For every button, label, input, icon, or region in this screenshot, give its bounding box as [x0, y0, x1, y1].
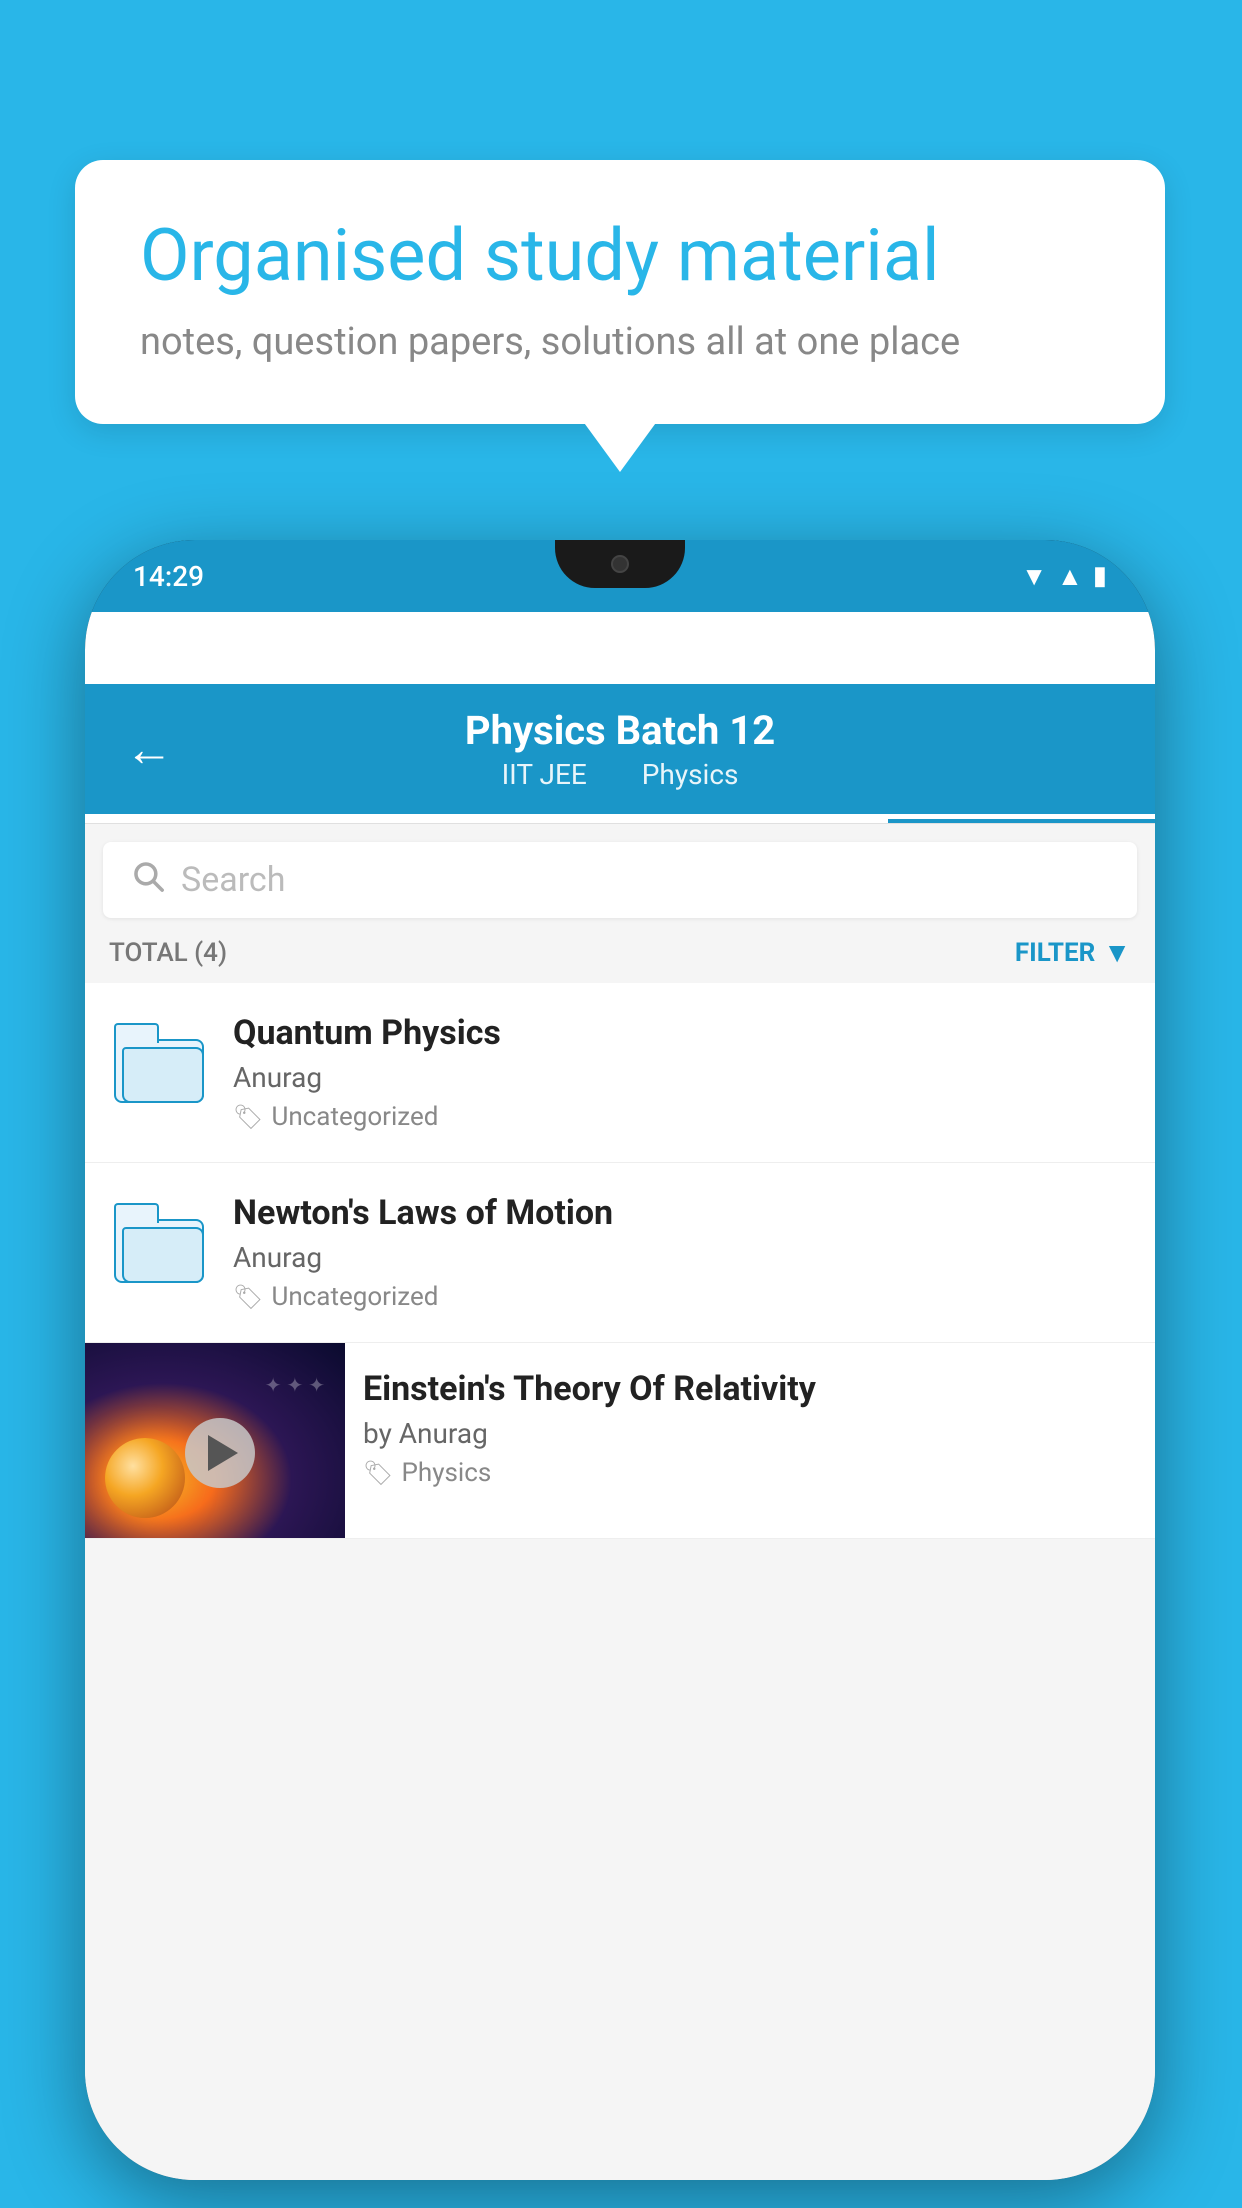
phone-screen: ← Physics Batch 12 IIT JEE Physics MENTS…: [85, 612, 1155, 2180]
list-item[interactable]: Newton's Laws of Motion Anurag 🏷 Uncateg…: [85, 1163, 1155, 1343]
filter-button[interactable]: FILTER ▼: [1015, 936, 1131, 969]
phone-frame: 14:29 ▼ ▲ ▮ ← Physics Batch 12 IIT JEE P…: [85, 540, 1155, 2180]
tag-icon: 🏷: [233, 1283, 263, 1311]
video-info: Quantum Physics Anurag 🏷 Uncategorized: [233, 1013, 1131, 1132]
folder-icon: [109, 1013, 209, 1113]
video-tag: 🏷 Uncategorized: [233, 1282, 1131, 1312]
video-info: Newton's Laws of Motion Anurag 🏷 Uncateg…: [233, 1193, 1131, 1312]
list-item[interactable]: Einstein's Theory Of Relativity by Anura…: [85, 1343, 1155, 1539]
tag-icon: 🏷: [363, 1459, 393, 1487]
total-label: TOTAL (4): [109, 938, 227, 968]
bubble-title: Organised study material: [140, 215, 1100, 298]
video-list: Quantum Physics Anurag 🏷 Uncategorized: [85, 983, 1155, 1539]
folder-icon: [109, 1193, 209, 1293]
video-author: by Anurag: [363, 1417, 1137, 1450]
status-icons: ▼ ▲ ▮: [1021, 561, 1107, 592]
tag-label: Uncategorized: [271, 1282, 438, 1312]
video-thumbnail: [85, 1343, 345, 1538]
back-button[interactable]: ←: [125, 721, 173, 778]
camera: [611, 555, 629, 573]
content-area: Search TOTAL (4) FILTER ▼: [85, 824, 1155, 2180]
list-item[interactable]: Quantum Physics Anurag 🏷 Uncategorized: [85, 983, 1155, 1163]
play-button[interactable]: [185, 1418, 255, 1488]
video-tag: 🏷 Uncategorized: [233, 1102, 1131, 1132]
search-bar[interactable]: Search: [103, 842, 1137, 918]
header-subtitle-physics: Physics: [642, 758, 739, 791]
search-placeholder: Search: [181, 860, 285, 900]
play-icon: [208, 1435, 238, 1471]
battery-icon: ▮: [1093, 561, 1107, 591]
header-title: Physics Batch 12: [465, 707, 775, 754]
tag-label: Physics: [401, 1458, 491, 1488]
header-subtitle: IIT JEE Physics: [490, 758, 751, 791]
video-author: Anurag: [233, 1061, 1131, 1094]
video-author: Anurag: [233, 1241, 1131, 1274]
video-info: Einstein's Theory Of Relativity by Anura…: [345, 1343, 1155, 1514]
filter-bar: TOTAL (4) FILTER ▼: [85, 918, 1155, 983]
status-time: 14:29: [133, 560, 204, 593]
wifi-icon: ▼: [1021, 561, 1047, 592]
video-title: Einstein's Theory Of Relativity: [363, 1369, 1137, 1409]
search-icon: [131, 859, 165, 902]
phone-notch: [555, 540, 685, 588]
thumbnail-image: [85, 1343, 345, 1538]
tag-label: Uncategorized: [271, 1102, 438, 1132]
tag-icon: 🏷: [233, 1103, 263, 1131]
header-subtitle-iitjee: IIT JEE: [502, 758, 587, 791]
video-title: Quantum Physics: [233, 1013, 1131, 1053]
planet-graphic: [105, 1438, 185, 1518]
bubble-subtitle: notes, question papers, solutions all at…: [140, 320, 1100, 364]
speech-bubble: Organised study material notes, question…: [75, 160, 1165, 424]
filter-label: FILTER: [1015, 938, 1095, 968]
video-tag: 🏷 Physics: [363, 1458, 1137, 1488]
app-header: ← Physics Batch 12 IIT JEE Physics: [85, 684, 1155, 814]
signal-icon: ▲: [1057, 561, 1083, 592]
video-title: Newton's Laws of Motion: [233, 1193, 1131, 1233]
filter-icon: ▼: [1103, 936, 1131, 969]
